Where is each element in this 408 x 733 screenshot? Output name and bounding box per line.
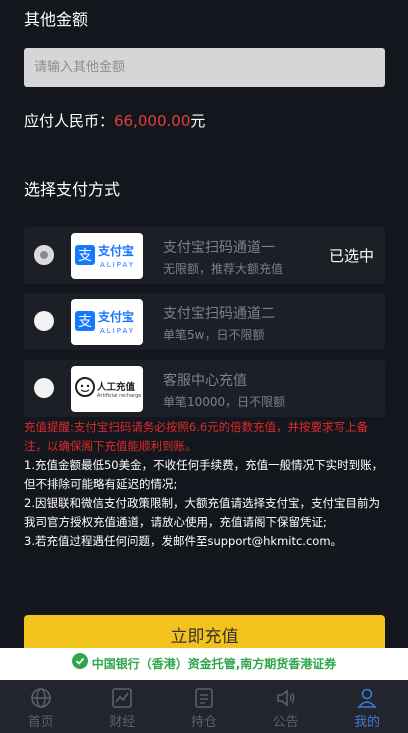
payable-value: 66,000.00 (114, 112, 191, 130)
option-subtitle: 单笔10000，日不限额 (163, 395, 286, 409)
banner-text: 中国银行（香港）资金托管,南方期货香港证券 (91, 657, 337, 671)
alipay-logo-sub: ALIPAY (100, 261, 136, 269)
chart-icon (112, 688, 133, 708)
tab-label: 我的 (354, 715, 381, 730)
tab-label: 首页 (27, 715, 54, 730)
bottom-tab-bar: 首页 财经 持仓 公告 我的 (0, 680, 408, 733)
payment-option-alipay-1[interactable]: 支 支付宝 ALIPAY 支付宝扫码通道一 无限额，推荐大额充值 已选中 (24, 227, 385, 284)
tab-announcements[interactable]: 公告 (245, 680, 327, 733)
notice-item: 1.充值金额最低50美金，不收任何手续费，充值一般情况下实时到账，但不排除可能略… (24, 458, 384, 491)
other-amount-input[interactable] (24, 48, 385, 87)
tab-positions[interactable]: 持仓 (163, 680, 245, 733)
alipay-logo: 支 支付宝 ALIPAY (71, 233, 143, 279)
option-subtitle: 无限额，推荐大额充值 (163, 262, 284, 276)
custody-banner: 中国银行（香港）资金托管,南方期货香港证券 (0, 648, 408, 680)
payment-option-customer-service[interactable]: 人工充值 Artificial recharge 客服中心充值 单笔10000，… (24, 360, 385, 417)
shield-check-icon (71, 649, 88, 681)
option-title: 支付宝扫码通道二 (163, 306, 275, 322)
payable-unit: 元 (190, 112, 206, 130)
customer-service-logo-text: 人工充值 (97, 382, 136, 393)
recharge-notice: 充值提醒:支付宝扫码请务必按照6.6元的倍数充值，并按要求写上备注，以确保阁下充… (24, 418, 386, 551)
option-selected-status: 已选中 (328, 247, 374, 265)
notice-item: 3.若充值过程遇任何问题，发邮件至support@hkmitc.com。 (24, 534, 343, 548)
customer-service-logo-sub: Artificial recharge (97, 393, 142, 399)
alipay-logo-text: 支付宝 (98, 310, 135, 324)
alipay-logo-sub: ALIPAY (100, 327, 136, 335)
notice-warning: 充值提醒:支付宝扫码请务必按照6.6元的倍数充值，并按要求写上备注，以确保阁下充… (24, 420, 369, 453)
notice-item: 2.因银联和微信支付政策限制，大额充值请选择支付宝，支付宝目前为我司官方授权充值… (24, 496, 380, 529)
customer-service-logo: 人工充值 Artificial recharge (71, 366, 143, 412)
tab-label: 持仓 (190, 715, 217, 730)
option-title: 客服中心充值 (163, 373, 247, 389)
tab-label: 公告 (272, 715, 299, 730)
tab-finance[interactable]: 财经 (82, 680, 164, 733)
radio-selected-icon[interactable] (34, 245, 54, 265)
tab-label: 财经 (109, 715, 136, 730)
payment-method-label: 选择支付方式 (24, 180, 121, 199)
alipay-logo: 支 支付宝 ALIPAY (71, 299, 143, 345)
payment-option-alipay-2[interactable]: 支 支付宝 ALIPAY 支付宝扫码通道二 单笔5w，日不限额 (24, 293, 385, 350)
radio-unselected-icon[interactable] (34, 311, 54, 331)
ledger-icon (195, 688, 213, 708)
user-icon (357, 688, 377, 708)
globe-icon (30, 688, 51, 708)
payable-row: 应付人民币：66,000.00元 (24, 110, 205, 131)
alipay-logo-text: 支付宝 (98, 244, 135, 258)
other-amount-label: 其他金额 (24, 10, 89, 29)
tab-mine[interactable]: 我的 (326, 680, 408, 733)
radio-unselected-icon[interactable] (34, 378, 54, 398)
svg-text:支: 支 (78, 314, 92, 330)
svg-text:支: 支 (78, 248, 92, 264)
tab-home[interactable]: 首页 (0, 680, 82, 733)
payable-label: 应付人民币： (24, 112, 115, 130)
speaker-icon (276, 689, 295, 707)
option-subtitle: 单笔5w，日不限额 (163, 328, 265, 342)
option-title: 支付宝扫码通道一 (163, 240, 275, 256)
